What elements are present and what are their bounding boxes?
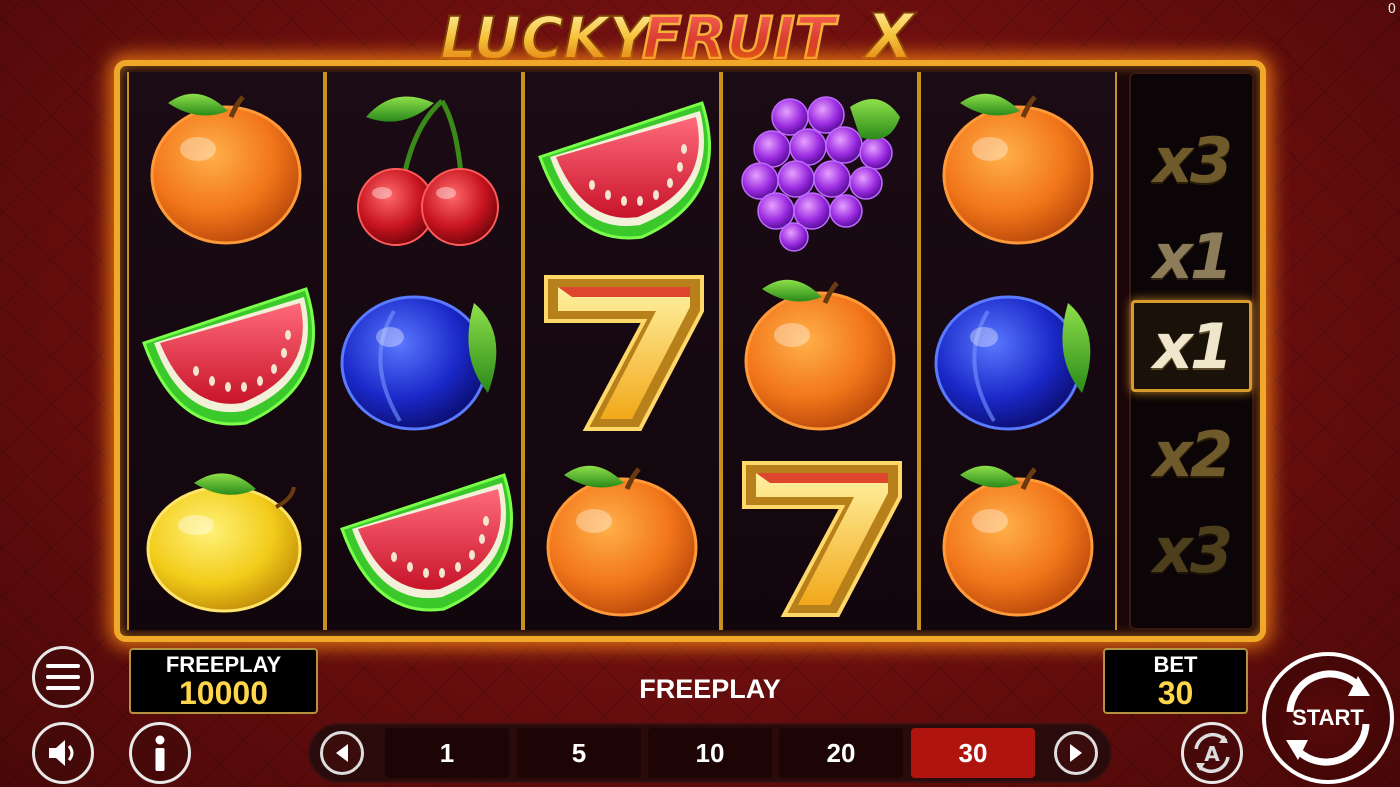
symbol-orange [723,258,917,444]
symbol-watermelon [129,258,323,444]
symbol-plum [327,258,521,444]
bet-label: BET [1153,652,1198,677]
bet-option[interactable]: 20 [779,728,903,778]
symbol-grapes [723,72,917,258]
info-icon [155,735,165,771]
bet-option[interactable]: 1 [385,728,509,778]
hamburger-menu-icon [46,664,80,690]
reel-5 [919,72,1117,630]
logo-word-lucky: LUCKY [440,4,655,68]
game-logo: LUCKY FRUIT X [430,0,950,68]
start-label: START [1292,705,1364,730]
arrow-right-icon [1070,744,1082,762]
symbol-lemon [129,444,323,630]
symbol-seven [525,258,719,444]
multiplier-4: x2 [1152,417,1233,491]
symbol-watermelon [327,444,521,630]
multiplier-reel: x3 x1 x1 x2 x3 [1129,72,1254,630]
balance-box: FREEPLAY 10000 [129,648,318,714]
symbol-watermelon [525,72,719,258]
bet-box: BET 30 [1103,648,1248,714]
balance-label: FREEPLAY [165,652,282,677]
logo-word-x: X [862,0,917,68]
multiplier-active: x1 [1131,300,1252,392]
symbol-orange [129,72,323,258]
start-button[interactable]: START [1262,652,1394,784]
reel-2 [325,72,523,630]
autoplay-button[interactable]: A [1181,722,1243,784]
multiplier-5: x3 [1152,513,1233,587]
symbol-orange [525,444,719,630]
speaker-icon [49,740,74,766]
symbol-orange [921,72,1115,258]
reel-1 [127,72,325,630]
svg-text:A: A [1204,742,1220,766]
autoplay-icon: A [1194,732,1230,774]
bet-next-button[interactable] [1054,731,1098,775]
status-message: FREEPLAY [639,674,781,704]
menu-button[interactable] [32,646,94,708]
info-button[interactable] [129,722,191,784]
bet-option-selected[interactable]: 30 [911,728,1035,778]
bet-prev-button[interactable] [320,731,364,775]
symbol-plum [921,258,1115,444]
multiplier-2: x1 [1152,219,1233,293]
balance-value: 10000 [179,675,268,711]
reels [127,72,1117,630]
logo-word-fruit: FRUIT [642,4,839,68]
reel-3 [523,72,721,630]
reel-4 [721,72,919,630]
symbol-seven [723,444,917,630]
symbol-orange [921,444,1115,630]
symbol-cherry [327,72,521,258]
arrow-left-icon [336,744,348,762]
bet-option[interactable]: 5 [517,728,641,778]
corner-counter: 0 [1387,2,1396,17]
bet-value: 30 [1157,675,1194,711]
bet-option[interactable]: 10 [648,728,772,778]
multiplier-1: x3 [1152,123,1233,197]
sound-button[interactable] [32,722,94,784]
